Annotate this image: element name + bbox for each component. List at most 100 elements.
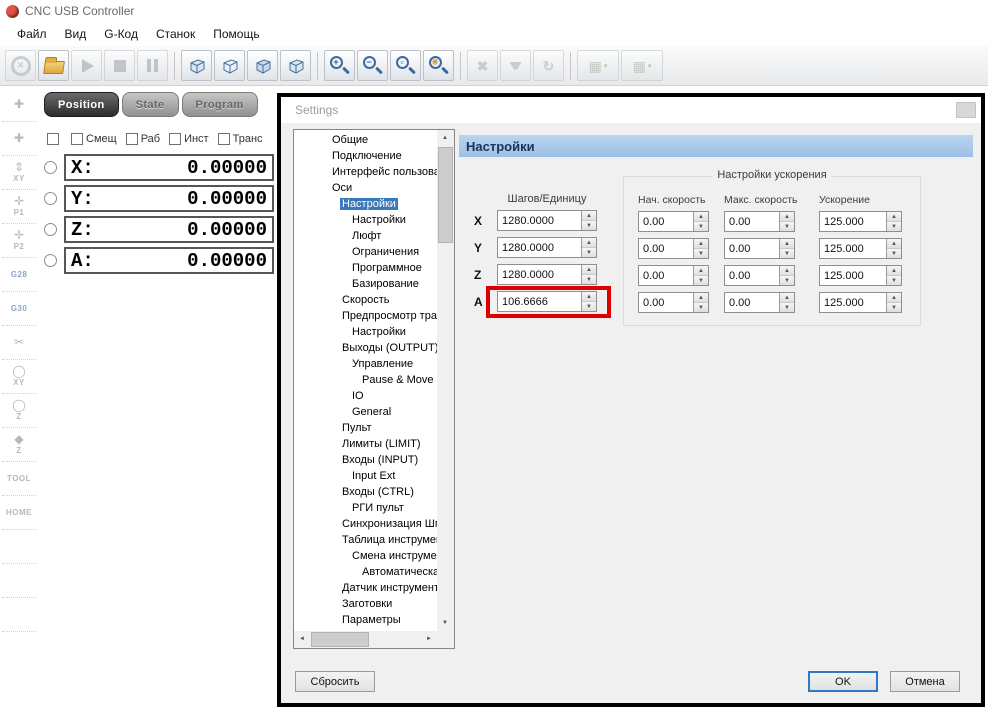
- scroll-up-icon[interactable]: ▲: [437, 130, 453, 146]
- spin-down-icon[interactable]: ▼: [780, 249, 794, 258]
- tree-item[interactable]: Настройки: [294, 212, 437, 228]
- checkbox-box[interactable]: [217, 133, 230, 145]
- max-speed-spinbox[interactable]: 0.00 ▲ ▼: [724, 292, 795, 313]
- tree-item[interactable]: Общие: [294, 132, 437, 148]
- zoom-fit-button[interactable]: ✳: [423, 50, 454, 81]
- dialog-titlebar[interactable]: Settings: [281, 97, 981, 123]
- tree-item[interactable]: Люфт: [294, 228, 437, 244]
- ok-button[interactable]: OK: [808, 671, 878, 692]
- rail-button[interactable]: ✛ P1: [2, 190, 36, 224]
- grid-options-button-1[interactable]: ▦ ▾: [577, 50, 619, 81]
- tree-item[interactable]: Заготовки: [294, 596, 437, 612]
- tree-item[interactable]: Предпросмотр траекто: [294, 308, 437, 324]
- dialog-titlebar-button[interactable]: [956, 102, 976, 118]
- spinbox-value[interactable]: 0.00: [725, 239, 779, 258]
- open-file-button[interactable]: [38, 50, 69, 81]
- rail-button[interactable]: ✛ P2: [2, 224, 36, 258]
- rail-button[interactable]: [2, 598, 36, 632]
- tree-item[interactable]: Таблица инструментов: [294, 532, 437, 548]
- rail-button[interactable]: HOME: [2, 496, 36, 530]
- spin-up-icon[interactable]: ▲: [694, 293, 708, 303]
- spin-down-icon[interactable]: ▼: [694, 222, 708, 231]
- spin-up-icon[interactable]: ▲: [582, 265, 596, 275]
- spin-down-icon[interactable]: ▼: [780, 303, 794, 312]
- position-tab[interactable]: State: [121, 92, 179, 117]
- steps-spinbox[interactable]: 1280.0000 ▲ ▼: [497, 210, 597, 231]
- scroll-down-icon[interactable]: ▼: [437, 615, 453, 631]
- spin-down-icon[interactable]: ▼: [780, 222, 794, 231]
- start-speed-spinbox[interactable]: 0.00 ▲ ▼: [638, 265, 709, 286]
- spin-up-icon[interactable]: ▲: [887, 266, 901, 276]
- zoom-window-button[interactable]: ▫: [390, 50, 421, 81]
- tool-funnel-button[interactable]: [500, 50, 531, 81]
- spin-up-icon[interactable]: ▲: [887, 293, 901, 303]
- spinbox-value[interactable]: 125.000: [820, 239, 886, 258]
- rail-button[interactable]: [2, 564, 36, 598]
- checkbox-box[interactable]: [47, 133, 59, 145]
- tree-item[interactable]: Скорость: [294, 292, 437, 308]
- scrollbar-thumb[interactable]: [438, 147, 453, 243]
- offset-checkbox[interactable]: [47, 133, 62, 145]
- menu-item[interactable]: Файл: [8, 24, 56, 44]
- spin-down-icon[interactable]: ▼: [887, 249, 901, 258]
- zoom-out-button[interactable]: −: [357, 50, 388, 81]
- rail-button[interactable]: [2, 530, 36, 564]
- spin-down-icon[interactable]: ▼: [694, 276, 708, 285]
- position-tab[interactable]: Position: [44, 92, 119, 117]
- tree-item[interactable]: Входы (CTRL): [294, 484, 437, 500]
- axis-radio[interactable]: [44, 161, 57, 174]
- tree-item[interactable]: Автоматическая см: [294, 564, 437, 580]
- rail-button[interactable]: ✚: [2, 122, 36, 156]
- acceleration-spinbox[interactable]: 125.000 ▲ ▼: [819, 211, 902, 232]
- tree-item[interactable]: General: [294, 404, 437, 420]
- tree-item[interactable]: Настройки: [294, 196, 437, 212]
- spinbox-value[interactable]: 0.00: [725, 212, 779, 231]
- tree-item[interactable]: Параметры: [294, 612, 437, 628]
- simulate-button[interactable]: ↻: [533, 50, 564, 81]
- spin-up-icon[interactable]: ▲: [582, 238, 596, 248]
- tree-item[interactable]: Оси: [294, 180, 437, 196]
- offset-checkbox[interactable]: Раб: [125, 133, 160, 145]
- tree-horizontal-scrollbar[interactable]: ◄ ►: [294, 631, 437, 648]
- rail-button[interactable]: TOOL: [2, 462, 36, 496]
- acceleration-spinbox[interactable]: 125.000 ▲ ▼: [819, 292, 902, 313]
- steps-spinbox[interactable]: 1280.0000 ▲ ▼: [497, 237, 597, 258]
- axis-radio[interactable]: [44, 254, 57, 267]
- menu-item[interactable]: Вид: [56, 24, 96, 44]
- tree-item[interactable]: Pause & Move: [294, 372, 437, 388]
- tree-item[interactable]: Управление: [294, 356, 437, 372]
- tree-item[interactable]: Выходы (OUTPUT): [294, 340, 437, 356]
- spin-up-icon[interactable]: ▲: [780, 266, 794, 276]
- spin-down-icon[interactable]: ▼: [582, 275, 596, 284]
- play-button[interactable]: [71, 50, 102, 81]
- max-speed-spinbox[interactable]: 0.00 ▲ ▼: [724, 211, 795, 232]
- spin-down-icon[interactable]: ▼: [582, 221, 596, 230]
- tree-item[interactable]: РГИ пульт: [294, 500, 437, 516]
- rail-button[interactable]: ⇕ XY: [2, 156, 36, 190]
- menu-item[interactable]: Станок: [147, 24, 204, 44]
- rail-button[interactable]: ◯ XY: [2, 360, 36, 394]
- spinbox-value[interactable]: 0.00: [639, 212, 693, 231]
- grid-options-button-2[interactable]: ▦ ▾: [621, 50, 663, 81]
- stop-button[interactable]: [104, 50, 135, 81]
- view-side-button[interactable]: [280, 50, 311, 81]
- spinbox-value[interactable]: 1280.0000: [498, 238, 581, 257]
- spinbox-value[interactable]: 0.00: [639, 293, 693, 312]
- spinbox-value[interactable]: 125.000: [820, 212, 886, 231]
- spin-down-icon[interactable]: ▼: [887, 276, 901, 285]
- spin-down-icon[interactable]: ▼: [780, 276, 794, 285]
- checkbox-box[interactable]: [71, 133, 83, 145]
- tree-item[interactable]: Пульт: [294, 420, 437, 436]
- tree-item[interactable]: Подключение: [294, 148, 437, 164]
- tree-item[interactable]: Input Ext: [294, 468, 437, 484]
- spin-up-icon[interactable]: ▲: [780, 239, 794, 249]
- spin-up-icon[interactable]: ▲: [582, 211, 596, 221]
- reset-button[interactable]: Сбросить: [295, 671, 375, 692]
- rail-button[interactable]: ✂: [2, 326, 36, 360]
- rail-button[interactable]: G28: [2, 258, 36, 292]
- tool-measure-button[interactable]: ✖: [467, 50, 498, 81]
- view-front-button[interactable]: [247, 50, 278, 81]
- spin-up-icon[interactable]: ▲: [694, 212, 708, 222]
- checkbox-box[interactable]: [169, 133, 182, 145]
- offset-checkbox[interactable]: Смещ: [71, 133, 117, 145]
